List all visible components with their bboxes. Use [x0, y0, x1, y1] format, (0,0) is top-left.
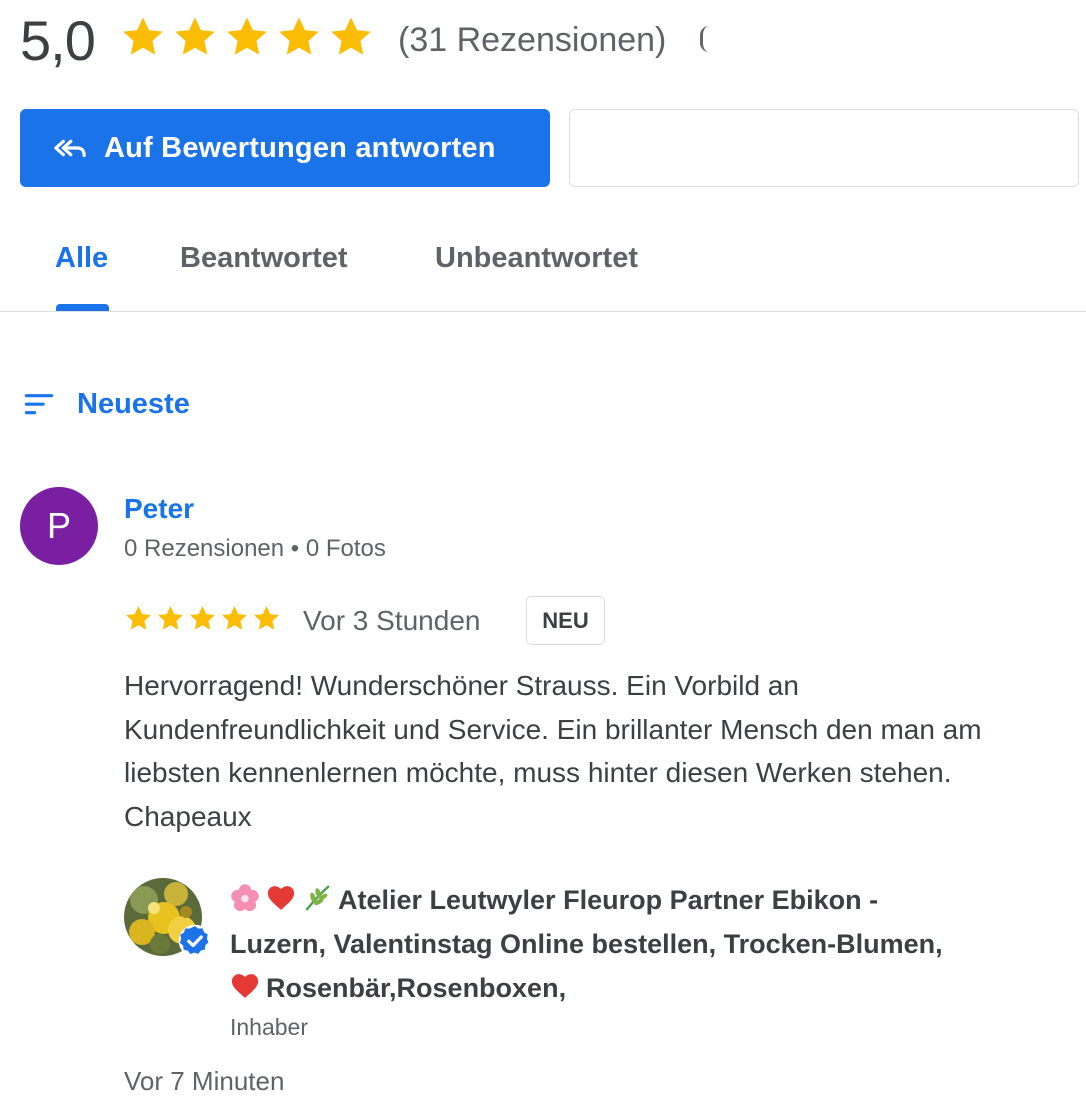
reply-time: Vor 7 Minuten: [124, 1066, 285, 1096]
reviewer-meta: 0 Rezensionen • 0 Fotos: [124, 535, 386, 562]
red-heart-icon: [267, 886, 295, 910]
reviewer-name[interactable]: Peter: [124, 490, 194, 528]
star-icon: [331, 17, 371, 55]
star-icon: [254, 606, 279, 630]
review-time: Vor 3 Stunden: [303, 605, 481, 636]
truncated-element: [700, 26, 709, 52]
average-rating-stars: [120, 14, 374, 60]
star-icon: [126, 606, 151, 630]
verified-badge-icon: [178, 924, 212, 958]
owner-name-line-1: Atelier Leutwyler Fleurop Partner Ebikon…: [338, 885, 879, 915]
sort-button[interactable]: Neueste: [22, 384, 190, 424]
active-tab-indicator: [56, 304, 109, 311]
star-icon: [175, 17, 215, 55]
owner-role: Inhaber: [230, 1014, 309, 1040]
herb-icon: [305, 885, 330, 911]
review-text: Hervorragend! Wunderschöner Strauss. Ein…: [124, 670, 982, 832]
tab-all[interactable]: Alle: [55, 236, 108, 280]
star-icon: [227, 17, 267, 55]
sort-icon: [24, 394, 54, 415]
reply-all-icon: [54, 139, 86, 158]
red-heart-icon: [231, 974, 259, 998]
sort-label: Neueste: [77, 388, 190, 420]
star-icon: [123, 17, 163, 55]
review-stars: [124, 604, 281, 633]
owner-name-line-3: Rosenbär,Rosenboxen,: [266, 973, 567, 1003]
owner-name-line-2: Luzern, Valentinstag Online bestellen, T…: [230, 929, 943, 959]
tabs-divider: [0, 311, 1086, 312]
reviewer-avatar[interactable]: P: [20, 487, 98, 565]
owner-name: Atelier Leutwyler Fleurop Partner Ebikon…: [230, 878, 1050, 1010]
average-rating: 5,0: [20, 9, 96, 72]
star-icon: [158, 606, 183, 630]
tab-unanswered[interactable]: Unbeantwortet: [435, 236, 638, 280]
star-icon: [222, 606, 247, 630]
secondary-button[interactable]: [569, 109, 1079, 187]
star-icon: [190, 606, 215, 630]
reply-to-reviews-button[interactable]: Auf Bewertungen antworten: [20, 109, 550, 187]
new-badge: NEU: [526, 596, 605, 645]
star-icon: [279, 17, 319, 55]
reply-to-reviews-label: Auf Bewertungen antworten: [104, 131, 496, 164]
cherry-blossom-icon: [231, 884, 259, 912]
tab-answered[interactable]: Beantwortet: [180, 236, 348, 280]
review-count[interactable]: (31 Rezensionen): [398, 16, 666, 64]
